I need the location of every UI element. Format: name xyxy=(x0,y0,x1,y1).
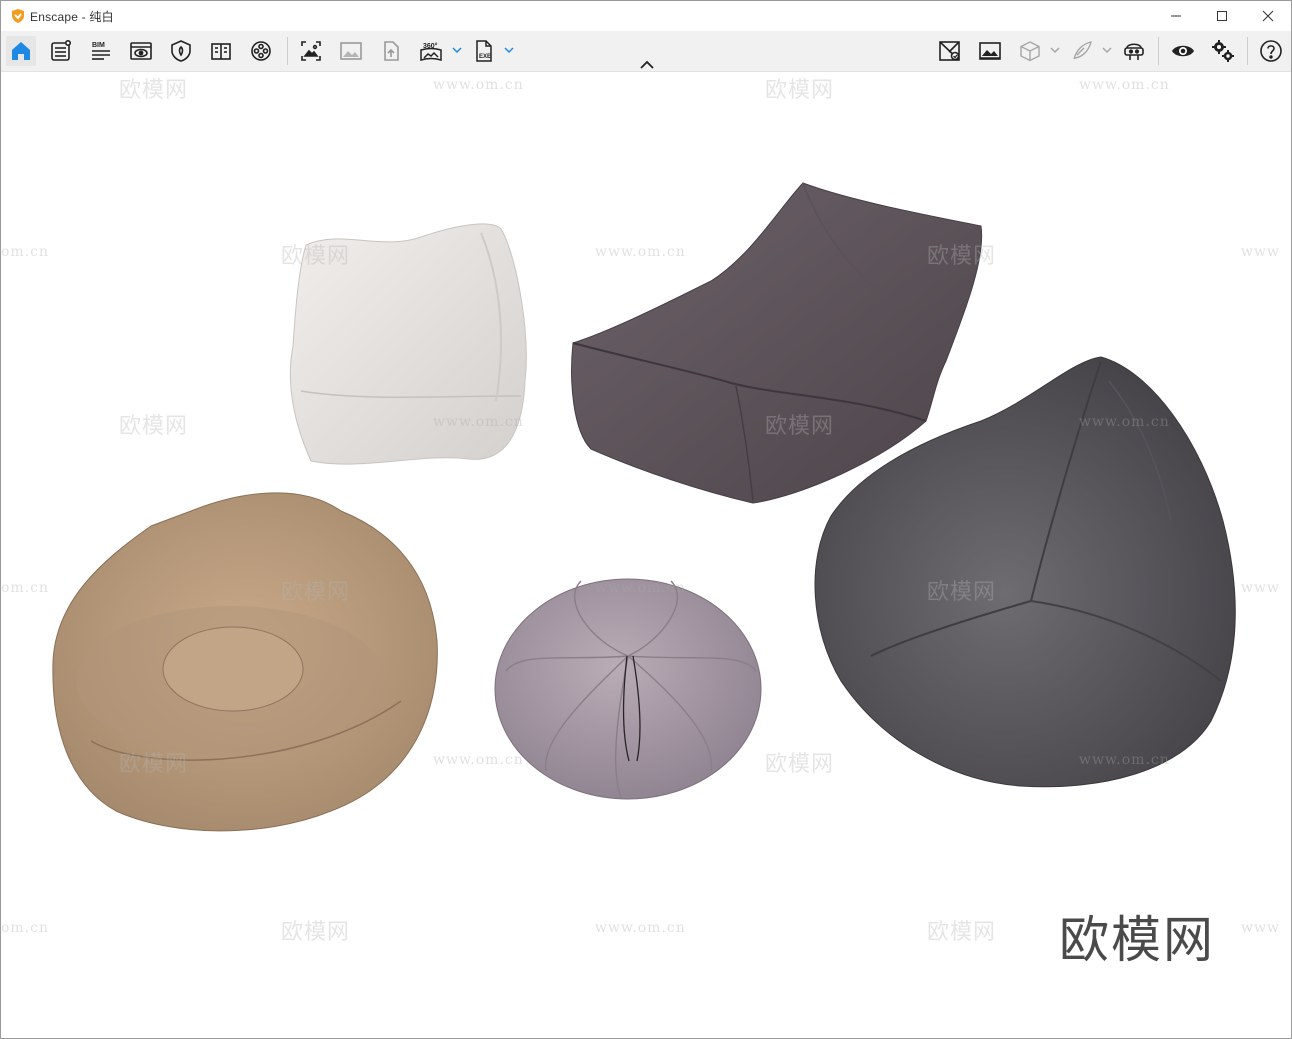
image-icon xyxy=(340,42,362,60)
help-icon xyxy=(1260,40,1282,62)
chevron-down-icon xyxy=(1102,47,1112,54)
watermark-url: www.om.cn xyxy=(1079,414,1170,430)
safe-frame-icon xyxy=(171,40,191,62)
lilac-pumpkin-pouf xyxy=(494,578,762,800)
settings-button[interactable] xyxy=(1208,36,1238,66)
gear-icon xyxy=(1212,40,1234,62)
watermark-url: om.cn xyxy=(1,580,50,596)
eye-icon xyxy=(1172,45,1194,57)
watermark-text: 欧模网 xyxy=(281,580,351,605)
watermark-text: 欧模网 xyxy=(119,414,189,439)
watermark-url: www xyxy=(1241,920,1280,936)
watermark-text: 欧模网 xyxy=(765,414,835,439)
chevron-down-icon xyxy=(1050,47,1060,54)
home-button[interactable] xyxy=(6,36,36,66)
toolbar-separator xyxy=(287,37,288,65)
batch-render-button[interactable] xyxy=(336,36,366,66)
watermark-url: om.cn xyxy=(1,920,50,936)
watermark-url: www.om.cn xyxy=(433,77,524,93)
screenshot-icon xyxy=(301,41,321,61)
vr-button[interactable] xyxy=(1119,36,1149,66)
watermark-text: 欧模网 xyxy=(119,78,189,103)
box-icon xyxy=(1020,41,1040,62)
asset-library-button[interactable] xyxy=(935,36,965,66)
render-viewport[interactable]: 欧模网 www.om.cn 欧模网 www.om.cn om.cn 欧模网 ww… xyxy=(1,72,1291,1038)
watermark-url: www xyxy=(1241,244,1280,260)
watermark-text: 欧模网 xyxy=(765,752,835,777)
minimize-icon xyxy=(1171,15,1181,17)
watermark-url: www.om.cn xyxy=(1079,752,1170,768)
watermark-url: www xyxy=(1241,580,1280,596)
brand-watermark: 欧模网 xyxy=(1059,911,1215,969)
screenshot-button[interactable] xyxy=(296,36,326,66)
bim-button[interactable]: BIM xyxy=(86,36,116,66)
chevron-down-icon xyxy=(452,47,462,54)
visual-settings-button[interactable] xyxy=(1168,36,1198,66)
export-exe-icon: EXE xyxy=(476,40,492,62)
toolbar-separator xyxy=(1247,37,1248,65)
render-gallery-icon xyxy=(979,42,1001,60)
title-bar: Enscape - 纯白 xyxy=(1,1,1291,31)
panorama-button[interactable]: 360° xyxy=(416,36,446,66)
box-button[interactable] xyxy=(1015,36,1045,66)
svg-text:BIM: BIM xyxy=(92,42,105,49)
watermark-url: www.om.cn xyxy=(433,752,524,768)
export-dropdown[interactable] xyxy=(503,43,515,57)
asset-library-icon xyxy=(939,41,960,61)
minimize-button[interactable] xyxy=(1153,1,1199,31)
home-icon xyxy=(12,42,30,60)
watermark-text: 欧模网 xyxy=(119,752,189,777)
collapse-toolbar-icon[interactable] xyxy=(637,57,657,73)
chevron-down-icon xyxy=(504,47,514,54)
book-icon xyxy=(211,43,231,60)
upload-button[interactable] xyxy=(376,36,406,66)
watermark-text: 欧模网 xyxy=(927,580,997,605)
svg-text:EXE: EXE xyxy=(479,54,491,60)
enscape-logo-icon xyxy=(12,9,24,23)
book-button[interactable] xyxy=(206,36,236,66)
watermark-url: www.om.cn xyxy=(1079,77,1170,93)
export-button[interactable]: EXE xyxy=(469,36,499,66)
maximize-button[interactable] xyxy=(1199,1,1245,31)
view-button[interactable] xyxy=(126,36,156,66)
watermark-text: 欧模网 xyxy=(927,244,997,269)
feather-icon xyxy=(1073,41,1092,60)
help-button[interactable] xyxy=(1256,36,1286,66)
panorama-dropdown[interactable] xyxy=(451,43,463,57)
video-reel-icon xyxy=(251,41,271,61)
app-window: Enscape - 纯白 BIM 360° EXE 欧模网 www.om.cn … xyxy=(0,0,1292,1039)
beige-round-bean-bag xyxy=(52,492,438,832)
box-dropdown[interactable] xyxy=(1049,43,1061,57)
scene-render xyxy=(52,182,1236,832)
feather-dropdown[interactable] xyxy=(1101,43,1113,57)
toolbar-separator xyxy=(1158,37,1159,65)
watermark-text: 欧模网 xyxy=(281,920,351,945)
watermark-text: 欧模网 xyxy=(765,78,835,103)
watermark-url: www.om.cn xyxy=(595,580,686,596)
close-button[interactable] xyxy=(1245,1,1291,31)
settings-list-icon xyxy=(51,39,71,61)
upload-icon xyxy=(384,41,399,61)
view-icon xyxy=(130,42,152,60)
panorama-360-icon: 360° xyxy=(420,42,442,62)
vr-headset-icon xyxy=(1124,43,1144,60)
watermark-url: www.om.cn xyxy=(595,244,686,260)
safe-frame-button[interactable] xyxy=(166,36,196,66)
feather-button[interactable] xyxy=(1067,36,1097,66)
watermark-url: om.cn xyxy=(1,244,50,260)
maximize-icon xyxy=(1217,11,1227,21)
watermark-url: www.om.cn xyxy=(433,414,524,430)
video-button[interactable] xyxy=(246,36,276,66)
watermark-text: 欧模网 xyxy=(281,244,351,269)
window-title: Enscape - 纯白 xyxy=(30,9,114,24)
watermark-text: 欧模网 xyxy=(927,920,997,945)
watermark-url: www.om.cn xyxy=(595,920,686,936)
render-gallery-button[interactable] xyxy=(975,36,1005,66)
bim-icon: BIM xyxy=(92,42,110,60)
settings-list-button[interactable] xyxy=(46,36,76,66)
close-icon xyxy=(1262,10,1274,22)
